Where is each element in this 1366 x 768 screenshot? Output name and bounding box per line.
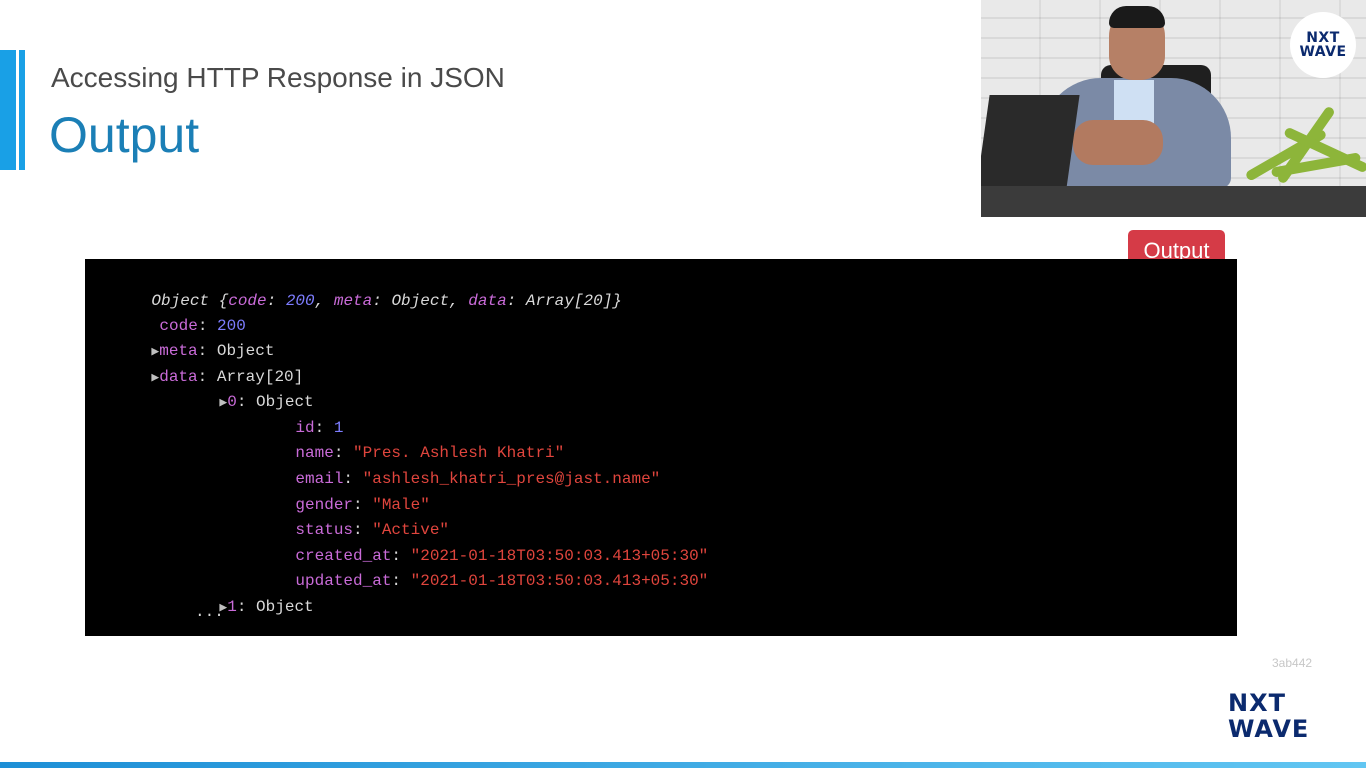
accent-bar [0, 50, 26, 170]
desk [981, 186, 1366, 217]
console-field-line: updated_at: "2021-01-18T03:50:03.413+05:… [295, 572, 709, 590]
slide-hash: 3ab442 [1272, 656, 1313, 670]
plant [1231, 105, 1366, 190]
console-ellipsis: ... [195, 603, 224, 621]
video-logo: NXT WAVE [1290, 12, 1356, 78]
nxtwave-logo: NXT WAVE [1228, 689, 1310, 743]
console-output: Object {code: 200, meta: Object, data: A… [85, 259, 1237, 636]
slide-subtitle: Accessing HTTP Response in JSON [51, 62, 505, 93]
accent-bar-thin [19, 50, 25, 170]
presenter-video: NXT WAVE [981, 0, 1366, 217]
slide-title: Output [49, 107, 200, 163]
accent-bar-thick [0, 50, 16, 170]
bottom-accent-bar [0, 762, 1366, 768]
